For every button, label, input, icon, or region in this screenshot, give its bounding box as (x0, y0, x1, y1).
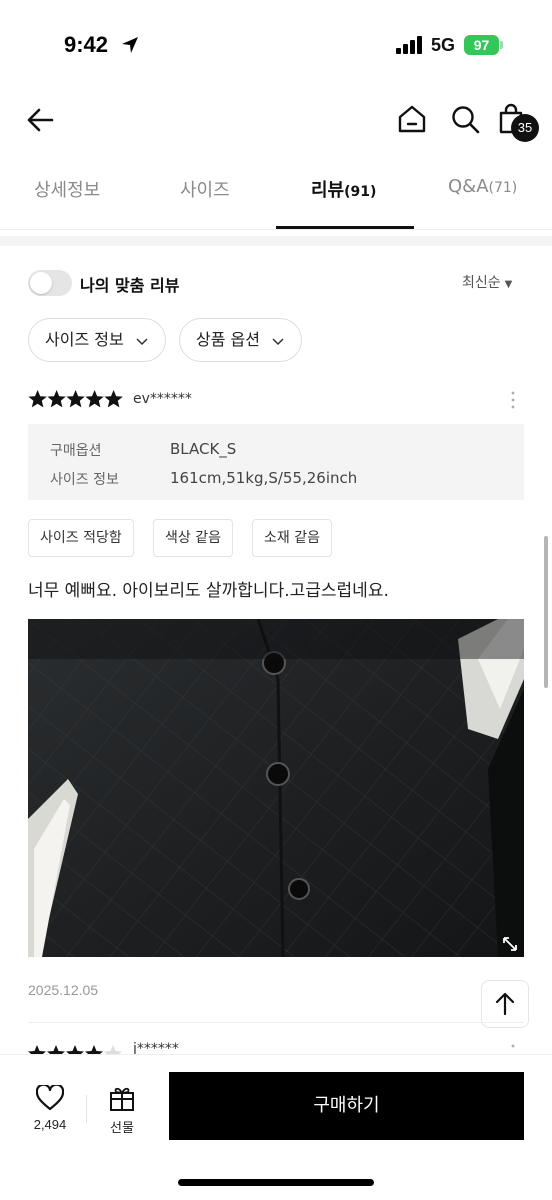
review-text: 너무 예뻐요. 아이보리도 살까합니다.고급스럽네요. (28, 581, 389, 601)
star-icon (85, 390, 104, 408)
reviewer-name: ev****** (133, 391, 192, 407)
section-divider (0, 236, 552, 246)
heart-icon (35, 1083, 65, 1111)
review-tag-size: 사이즈 적당함 (28, 519, 134, 557)
battery-level: 97 (464, 35, 499, 55)
review-photo[interactable] (28, 619, 524, 957)
gift-icon (110, 1087, 134, 1111)
tab-label: 리뷰 (311, 180, 345, 201)
chip-label: 사이즈 정보 (45, 330, 124, 349)
star-icon (47, 390, 66, 408)
bottom-separator (86, 1095, 87, 1123)
more-options-icon[interactable] (506, 388, 520, 412)
review-divider (28, 1022, 524, 1023)
tab-label: 상세정보 (34, 180, 101, 201)
option-value: BLACK_S (170, 440, 237, 458)
gift-label: 선물 (110, 1121, 134, 1136)
back-arrow-icon[interactable] (24, 103, 58, 137)
my-fit-review-label: 나의 맞춤 리뷰 (80, 276, 180, 295)
caret-down-icon: ▼ (504, 279, 513, 290)
filter-chip-size-info[interactable]: 사이즈 정보 (28, 318, 166, 362)
my-fit-review-toggle[interactable] (28, 270, 72, 296)
location-arrow-icon (122, 37, 138, 53)
chip-label: 상품 옵션 (196, 330, 260, 349)
chevron-down-icon (136, 337, 148, 345)
tab-qna[interactable]: Q&A(71) (448, 176, 517, 197)
rating-stars (28, 390, 123, 408)
review-date: 2025.12.05 (28, 982, 99, 998)
tab-size[interactable]: 사이즈 (180, 176, 230, 202)
active-tab-indicator (276, 226, 414, 229)
product-tabs: 상세정보 사이즈 리뷰(91) Q&A(71) (0, 166, 552, 230)
like-button[interactable]: 2,494 (26, 1083, 74, 1145)
network-type: 5G (431, 35, 456, 55)
battery-tip (500, 41, 503, 49)
star-icon (104, 390, 123, 408)
gift-button[interactable]: 선물 (100, 1085, 144, 1145)
status-time: 9:42 (64, 32, 109, 57)
review-photo-image (28, 619, 524, 957)
review-tag-material: 소재 같음 (252, 519, 332, 557)
top-nav (0, 95, 552, 145)
sort-dropdown[interactable]: 최신순 ▼ (462, 272, 512, 292)
home-icon[interactable] (396, 103, 428, 135)
cellular-signal-icon (396, 36, 422, 54)
cart-count-badge: 35 (511, 114, 539, 142)
size-info-value: 161cm,51kg,S/55,26inch (170, 469, 358, 487)
size-info-label: 사이즈 정보 (50, 472, 119, 488)
tab-label: 사이즈 (180, 180, 230, 201)
battery-icon: 97 (464, 35, 504, 55)
arrow-up-icon (495, 992, 515, 1016)
purchase-option-box: 구매옵션 BLACK_S 사이즈 정보 161cm,51kg,S/55,26in… (28, 424, 524, 500)
home-indicator (178, 1179, 374, 1186)
expand-icon[interactable] (500, 934, 520, 954)
tab-count: (91) (344, 184, 377, 200)
more-options-icon[interactable] (506, 1042, 520, 1054)
tab-detail[interactable]: 상세정보 (34, 176, 100, 202)
sort-label: 최신순 (462, 275, 501, 291)
buy-button[interactable]: 구매하기 (169, 1072, 524, 1140)
tab-review[interactable]: 리뷰(91) (311, 176, 376, 202)
review-tag-color: 색상 같음 (153, 519, 233, 557)
status-bar: 9:42 5G 97 (0, 0, 552, 90)
like-count: 2,494 (33, 1117, 67, 1132)
tab-count: (71) (488, 180, 518, 196)
star-icon (28, 390, 47, 408)
next-reviewer-name: j****** (133, 1041, 179, 1054)
chevron-down-icon (272, 337, 284, 345)
filter-chip-product-option[interactable]: 상품 옵션 (179, 318, 303, 362)
option-label: 구매옵션 (50, 443, 102, 459)
tab-label: Q&A (448, 176, 489, 197)
scrollbar[interactable] (544, 536, 548, 688)
toggle-knob (30, 272, 52, 294)
search-icon[interactable] (449, 103, 481, 135)
star-icon (66, 390, 85, 408)
scroll-to-top-button[interactable] (481, 980, 529, 1028)
